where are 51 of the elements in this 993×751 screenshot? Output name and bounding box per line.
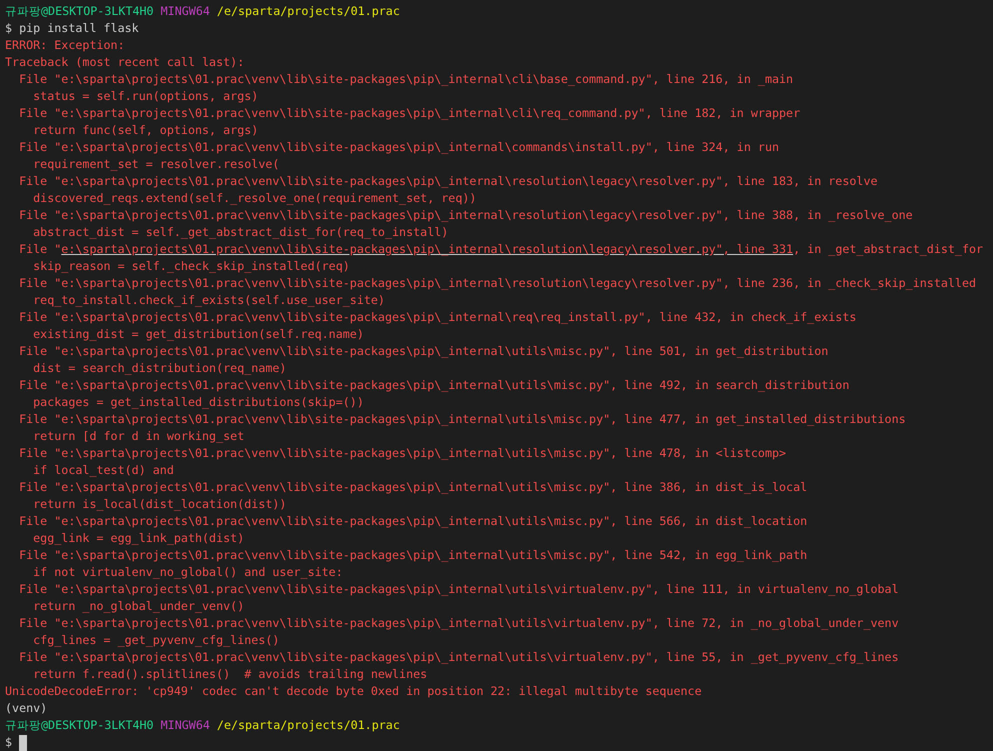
prompt-user-host: 규파팡@DESKTOP-3LKT4H0 <box>5 3 154 20</box>
error-output-line: return f.read().splitlines() # avoids trailing newlines <box>32 666 428 683</box>
error-output-line: req_to_install.check_if_exists(self.use_user_site) <box>32 292 385 309</box>
error-output-line: abstract_dist = self._get_abstract_dist_for(req_to_install) <box>32 224 448 241</box>
error-output-line: packages = get_installed_distributions(skip=()) <box>32 394 364 411</box>
error-output-line: File "e:\sparta\projects\01.prac\venv\lib\site-packages\pip\_internal\utils\misc.py", line 501, in get_distribution <box>18 343 828 360</box>
file-link[interactable]: e:\sparta\projects\01.prac\venv\lib\site-packages\pip\_internal\resolution\legacy\resolver.py", line 331 <box>61 241 794 258</box>
error-output-line: egg_link = egg_link_path(dist) <box>32 530 244 547</box>
error-output-line: requirement_set = resolver.resolve( <box>32 156 280 173</box>
command-line: $ pip install flask <box>5 20 139 37</box>
error-output-line: File "e:\sparta\projects\01.prac\venv\lib\site-packages\pip\_internal\utils\misc.py", line 566, in dist_location <box>18 513 808 530</box>
error-output-text: File " <box>18 241 62 258</box>
error-output-line: cfg_lines = _get_pyvenv_cfg_lines() <box>32 632 280 649</box>
error-output-line: if local_test(d) and <box>32 462 174 479</box>
error-output-line: skip_reason = self._check_skip_installed(req) <box>32 258 350 275</box>
error-output-line: discovered_reqs.extend(self._resolve_one(requirement_set, req)) <box>32 190 476 207</box>
error-output-line: File "e:\sparta\projects\01.prac\venv\lib\site-packages\pip\_internal\utils\misc.py", line 477, in get_installed_distributions <box>18 411 906 428</box>
prompt-user-host: 규파팡@DESKTOP-3LKT4H0 <box>5 717 154 734</box>
output-line: (venv) <box>5 700 48 717</box>
error-output-line: return func(self, options, args) <box>32 122 258 139</box>
error-output-line: File "e:\sparta\projects\01.prac\venv\lib\site-packages\pip\_internal\utils\misc.py", line 492, in search_distribution <box>18 377 850 394</box>
error-output-line: File "e:\sparta\projects\01.prac\venv\lib\site-packages\pip\_internal\utils\misc.py", line 386, in dist_is_local <box>18 479 808 496</box>
error-output-line: File "e:\sparta\projects\01.prac\venv\lib\site-packages\pip\_internal\utils\virtualenv.py", line 111, in virtualenv_no_global <box>18 581 899 598</box>
error-output-line: dist = search_distribution(req_name) <box>32 360 286 377</box>
prompt-symbol: $ <box>5 734 12 751</box>
error-output-line: File "e:\sparta\projects\01.prac\venv\lib\site-packages\pip\_internal\resolution\legacy\resolver.py", line 388, in _resolve_one <box>18 207 913 224</box>
error-output-line: File "e:\sparta\projects\01.prac\venv\lib\site-packages\pip\_internal\resolution\legacy\resolver.py", line 236, in _check_skip_installed <box>18 275 976 292</box>
text-cursor <box>19 734 28 750</box>
error-output-line: UnicodeDecodeError: 'cp949' codec can't decode byte 0xed in position 22: illegal multibyte sequence <box>5 683 702 700</box>
error-output-line: File "e:\sparta\projects\01.prac\venv\lib\site-packages\pip\_internal\resolution\legacy\resolver.py", line 183, in resolve <box>18 173 878 190</box>
error-output-line: File "e:\sparta\projects\01.prac\venv\lib\site-packages\pip\_internal\utils\virtualenv.py", line 55, in _get_pyvenv_cfg_lines <box>18 649 899 666</box>
error-output-line: File "e:\sparta\projects\01.prac\venv\lib\site-packages\pip\_internal\utils\misc.py", line 478, in <listcomp> <box>18 445 786 462</box>
error-output-line: File "e:\sparta\projects\01.prac\venv\lib\site-packages\pip\_internal\cli\req_command.py", line 182, in wrapper <box>18 105 800 122</box>
prompt-path: /e/sparta/projects/01.prac <box>216 717 400 734</box>
error-output-line: if not virtualenv_no_global() and user_site: <box>32 564 343 581</box>
error-output-line: status = self.run(options, args) <box>32 88 258 105</box>
error-output-line: ERROR: Exception: <box>5 37 125 54</box>
error-output-line: existing_dist = get_distribution(self.req.name) <box>32 326 364 343</box>
error-output-line: File "e:\sparta\projects\01.prac\venv\lib\site-packages\pip\_internal\commands\install.py", line 324, in run <box>18 139 780 156</box>
error-output-line: Traceback (most recent call last): <box>5 54 244 71</box>
error-output-text: , in _get_abstract_dist_for <box>793 241 984 258</box>
prompt-shell-name: MINGW64 <box>160 3 210 20</box>
error-output-line: File "e:\sparta\projects\01.prac\venv\lib\site-packages\pip\_internal\utils\misc.py", line 542, in egg_link_path <box>18 547 808 564</box>
prompt-shell-name: MINGW64 <box>160 717 210 734</box>
error-output-line: return is_local(dist_location(dist)) <box>32 496 286 513</box>
error-output-line: return _no_global_under_venv() <box>32 598 244 615</box>
error-output-line: File "e:\sparta\projects\01.prac\venv\lib\site-packages\pip\_internal\req\req_install.py", line 432, in check_if_exists <box>18 309 856 326</box>
error-output-line: return [d for d in working_set <box>32 428 244 445</box>
error-output-line: File "e:\sparta\projects\01.prac\venv\lib\site-packages\pip\_internal\cli\base_command.py", line 216, in _main <box>18 71 794 88</box>
error-output-line: File "e:\sparta\projects\01.prac\venv\lib\site-packages\pip\_internal\utils\virtualenv.py", line 72, in _no_global_under_venv <box>18 615 899 632</box>
prompt-path: /e/sparta/projects/01.prac <box>216 3 400 20</box>
